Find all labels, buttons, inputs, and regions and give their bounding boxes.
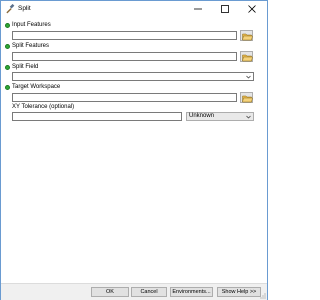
title-bar[interactable]: Split <box>1 1 267 17</box>
xy-tolerance-field[interactable] <box>12 112 182 121</box>
split-field-dropdown[interactable] <box>12 72 254 81</box>
split-features-field[interactable] <box>12 52 237 61</box>
open-folder-icon <box>242 54 253 62</box>
hammer-icon <box>6 4 15 14</box>
dialog-footer: OK Cancel Environments... Show Help >> <box>1 283 267 300</box>
required-indicator-icon <box>5 65 10 70</box>
maximize-button[interactable] <box>214 1 236 17</box>
parameters-panel: Input Features Split Features Split Fiel… <box>1 17 267 283</box>
chevron-down-icon <box>246 115 251 119</box>
maximize-icon <box>221 5 229 13</box>
environments-button[interactable]: Environments... <box>170 287 213 297</box>
target-workspace-label: Target Workspace <box>12 84 61 90</box>
target-workspace-field[interactable] <box>12 93 237 102</box>
input-features-browse-button[interactable] <box>240 30 253 41</box>
required-indicator-icon <box>5 23 10 28</box>
xy-tolerance-unit-dropdown[interactable]: Unknown <box>186 112 254 121</box>
target-workspace-browse-button[interactable] <box>240 92 253 103</box>
required-indicator-icon <box>5 44 10 49</box>
close-icon <box>248 5 256 13</box>
xy-tolerance-unit-value: Unknown <box>189 113 215 119</box>
cancel-button[interactable]: Cancel <box>131 287 167 297</box>
ok-button[interactable]: OK <box>91 287 129 297</box>
minimize-button[interactable] <box>187 1 209 17</box>
window-title: Split <box>18 5 31 12</box>
chevron-down-icon <box>246 75 251 79</box>
split-features-browse-button[interactable] <box>240 51 253 62</box>
required-indicator-icon <box>5 85 10 90</box>
close-button[interactable] <box>241 1 263 17</box>
show-help-button[interactable]: Show Help >> <box>217 287 261 297</box>
split-field-label: Split Field <box>12 64 39 70</box>
xy-tolerance-label: XY Tolerance (optional) <box>12 104 75 110</box>
split-tool-dialog: Split Input Features Split Features Spli… <box>0 0 268 300</box>
open-folder-icon <box>242 95 253 103</box>
open-folder-icon <box>242 33 253 41</box>
minimize-icon <box>194 8 202 10</box>
input-features-field[interactable] <box>12 31 237 40</box>
split-features-label: Split Features <box>12 43 50 49</box>
resize-grip-icon[interactable] <box>259 292 266 299</box>
input-features-label: Input Features <box>12 22 51 28</box>
